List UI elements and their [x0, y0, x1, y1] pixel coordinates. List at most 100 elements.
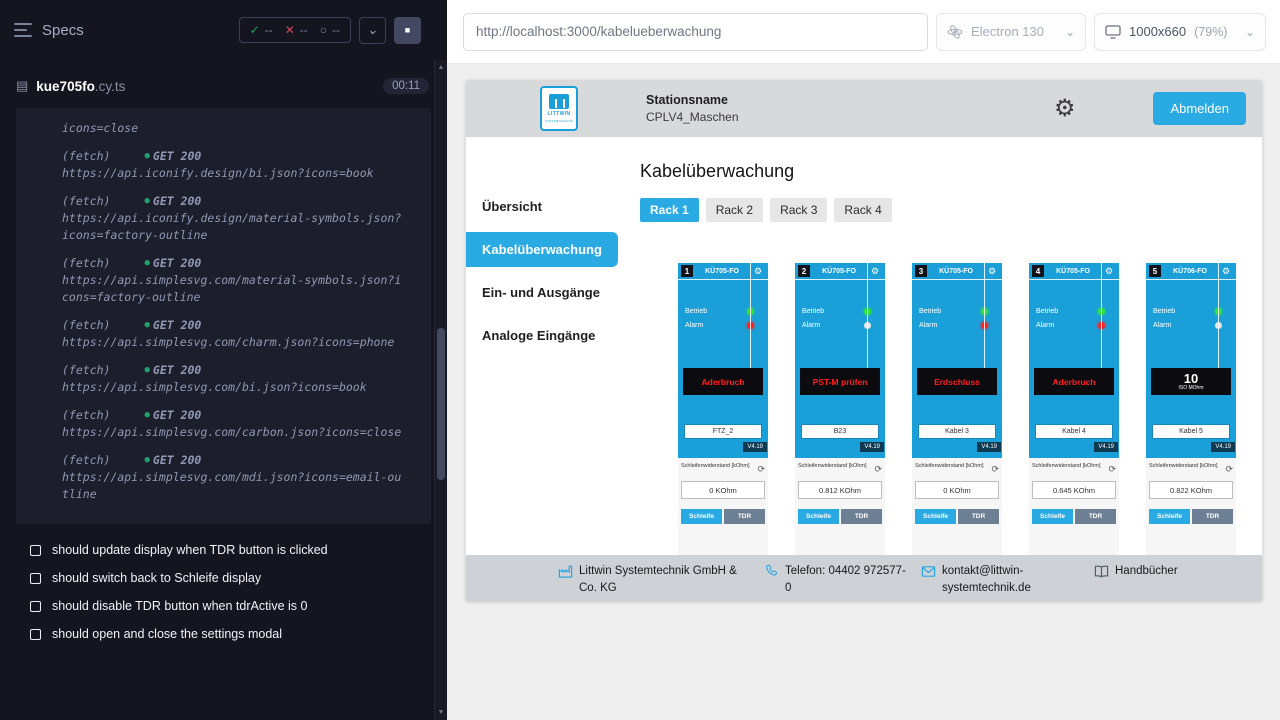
status-message: Erdschluss	[934, 377, 980, 387]
tdr-button[interactable]: TDR	[1075, 509, 1116, 524]
browser-bar: Electron 130 ⌄ 1000x660 (79%) ⌄	[447, 0, 1280, 64]
station-name: CPLV4_Maschen	[646, 110, 739, 124]
log-url: https://api.simplesvg.com/carbon.json?ic…	[62, 424, 407, 441]
alarm-row: Alarm	[678, 318, 768, 332]
viewport-select[interactable]: 1000x660 (79%) ⌄	[1094, 13, 1266, 51]
sidebar-item-uebersicht[interactable]: Übersicht	[466, 189, 630, 224]
schleife-button[interactable]: Schleife	[915, 509, 956, 524]
runner-toolbar: Specs ✓ -- ✕ -- ○ -- ⌄ ■	[0, 0, 447, 48]
log-entry[interactable]: (fetch)●GET 200https://api.simplesvg.com…	[62, 255, 421, 306]
schleife-button[interactable]: Schleife	[1149, 509, 1190, 524]
log-entry[interactable]: (fetch)●GET 200https://api.simplesvg.com…	[62, 317, 421, 351]
logout-button[interactable]: Abmelden	[1153, 92, 1246, 125]
log-url: https://api.simplesvg.com/material-symbo…	[62, 272, 407, 306]
specs-label[interactable]: Specs	[42, 22, 84, 39]
tab-rack-4[interactable]: Rack 4	[834, 198, 891, 222]
version-row: V4.19	[1029, 442, 1119, 452]
command-log: icons=close (fetch)●GET 200https://api.i…	[16, 108, 431, 524]
card-header: 3KÜ705-FO⚙	[912, 263, 1002, 280]
log-entry[interactable]: (fetch)●GET 200https://api.iconify.desig…	[62, 148, 421, 182]
test-item[interactable]: should disable TDR button when tdrActive…	[14, 592, 447, 620]
refresh-icon[interactable]: ⟳	[991, 465, 999, 474]
log-entry-header: (fetch)●GET 200	[62, 255, 421, 272]
log-status: GET 200	[153, 193, 201, 210]
stat-passed: ✓ --	[250, 23, 273, 37]
card-number-badge: 1	[681, 265, 693, 277]
refresh-icon[interactable]: ⟳	[757, 465, 765, 474]
tdr-button[interactable]: TDR	[724, 509, 765, 524]
sidebar-item-ein-und-ausg-nge[interactable]: Ein- und Ausgänge	[466, 275, 630, 310]
scrollbar-thumb[interactable]	[437, 328, 445, 480]
led-section: BetriebAlarm	[795, 304, 885, 332]
test-state-icon	[30, 573, 41, 584]
aut-stage: LITTWIN SYSTEMTECHNIK Stationsname CPLV4…	[447, 64, 1280, 720]
stat-pending: ○ --	[320, 23, 340, 37]
log-entry[interactable]: (fetch)●GET 200https://api.simplesvg.com…	[62, 407, 421, 441]
spec-timer: 00:11	[383, 78, 429, 94]
sidebar-item-kabelueberwachung[interactable]: Kabelüberwachung	[466, 232, 618, 267]
log-url: https://api.iconify.design/material-symb…	[62, 210, 407, 244]
card-settings-icon[interactable]: ⚙	[751, 267, 765, 276]
tdr-button[interactable]: TDR	[958, 509, 999, 524]
tdr-button[interactable]: TDR	[1192, 509, 1233, 524]
specs-menu-icon[interactable]	[14, 23, 32, 37]
card-settings-icon[interactable]: ⚙	[1219, 267, 1233, 276]
log-entry[interactable]: (fetch)●GET 200https://api.simplesvg.com…	[62, 452, 421, 503]
settings-gear-icon[interactable]: ⚙	[1054, 97, 1076, 121]
card-number-badge: 5	[1149, 265, 1161, 277]
refresh-icon[interactable]: ⟳	[1225, 465, 1233, 474]
tab-rack-2[interactable]: Rack 2	[706, 198, 763, 222]
footer-item-book: Handbücher	[1094, 563, 1178, 580]
card-header: 2KÜ705-FO⚙	[795, 263, 885, 280]
tab-rack-3[interactable]: Rack 3	[770, 198, 827, 222]
card-settings-icon[interactable]: ⚙	[1102, 267, 1116, 276]
test-title: should disable TDR button when tdrActive…	[52, 599, 307, 613]
runner-scrollbar[interactable]: ▲ ▼	[434, 60, 447, 720]
alarm-label: Alarm	[1153, 322, 1171, 329]
status-message: PST-M prüfen	[813, 377, 868, 387]
browser-select[interactable]: Electron 130 ⌄	[936, 13, 1086, 51]
phone-icon	[765, 564, 779, 578]
passed-count: --	[265, 23, 273, 37]
refresh-icon[interactable]: ⟳	[1108, 465, 1116, 474]
schleife-button[interactable]: Schleife	[681, 509, 722, 524]
sidebar-item-analoge-eing-nge[interactable]: Analoge Eingänge	[466, 318, 630, 353]
firmware-version: V4.19	[1094, 442, 1118, 452]
log-entry[interactable]: (fetch)●GET 200https://api.iconify.desig…	[62, 193, 421, 244]
card-number-badge: 3	[915, 265, 927, 277]
url-input[interactable]	[463, 13, 928, 51]
test-item[interactable]: should open and close the settings modal	[14, 620, 447, 648]
alarm-label: Alarm	[919, 322, 937, 329]
log-fetch-label: (fetch)	[62, 362, 110, 379]
device-card: 1KÜ705-FO⚙BetriebAlarmAderbruchFTZ_2V4.1…	[678, 263, 768, 555]
firmware-version: V4.19	[977, 442, 1001, 452]
spec-name[interactable]: kue705fo.cy.ts	[36, 79, 125, 94]
test-item[interactable]: should update display when TDR button is…	[14, 536, 447, 564]
log-status: GET 200	[153, 452, 201, 469]
schleife-button[interactable]: Schleife	[798, 509, 839, 524]
card-number-badge: 2	[798, 265, 810, 277]
test-item[interactable]: should switch back to Schleife display	[14, 564, 447, 592]
email-icon	[921, 564, 936, 579]
card-divider	[867, 263, 868, 368]
test-state-icon	[30, 629, 41, 640]
chevron-down-icon: ⌄	[1065, 25, 1075, 39]
rack-tabs: Rack 1 Rack 2 Rack 3 Rack 4	[640, 198, 1262, 222]
card-divider	[1101, 263, 1102, 368]
log-status: GET 200	[153, 148, 201, 165]
scroll-up-icon[interactable]: ▲	[435, 64, 447, 71]
log-entry[interactable]: (fetch)●GET 200https://api.simplesvg.com…	[62, 362, 421, 396]
refresh-icon[interactable]: ⟳	[874, 465, 882, 474]
tab-rack-1[interactable]: Rack 1	[640, 198, 699, 222]
stop-button[interactable]: ■	[394, 17, 421, 44]
scroll-down-icon[interactable]: ▼	[435, 709, 447, 716]
cable-name: Kabel 5	[1153, 425, 1229, 438]
card-settings-icon[interactable]: ⚙	[985, 267, 999, 276]
card-settings-icon[interactable]: ⚙	[868, 267, 882, 276]
card-buttons: SchleifeTDR	[798, 509, 882, 524]
status-message: Aderbruch	[702, 377, 745, 387]
betrieb-label: Betrieb	[685, 308, 707, 315]
tdr-button[interactable]: TDR	[841, 509, 882, 524]
schleife-button[interactable]: Schleife	[1032, 509, 1073, 524]
collapse-button[interactable]: ⌄	[359, 17, 386, 44]
